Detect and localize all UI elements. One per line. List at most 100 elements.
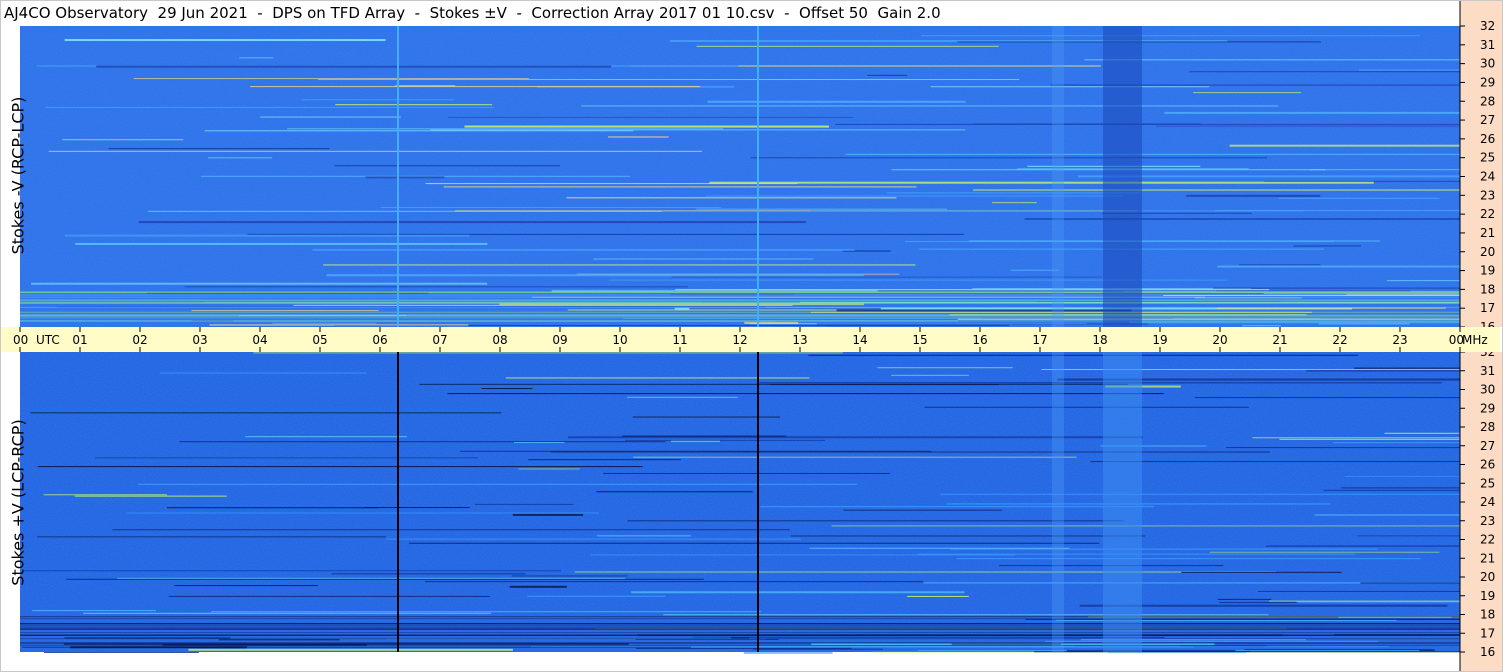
time-tick-label: 09 (552, 333, 567, 347)
time-axis: 00 01 02 03 04 05 06 07 08 09 10 11 12 13 14 15 16 17 18 19… (0, 327, 1500, 352)
rfi-streak (62, 139, 184, 141)
rfi-streak (1386, 280, 1460, 282)
rfi-streak (743, 651, 833, 654)
rfi-streak (1024, 218, 1460, 220)
rfi-streak (930, 86, 1210, 88)
rfi-streak (159, 372, 367, 374)
rfi-streak (633, 456, 1077, 458)
rfi-streak (940, 493, 1460, 495)
rfi-streak (843, 509, 1002, 511)
time-tick-label: 17 (1032, 333, 1047, 347)
rfi-streak (627, 520, 1124, 522)
rfi-streak (669, 40, 1228, 42)
vertical-marker-line (397, 352, 399, 652)
rfi-streak (836, 309, 1132, 312)
rfi-streak (1265, 545, 1460, 547)
rfi-streak (675, 289, 1270, 291)
low-band-streak (20, 296, 1460, 298)
time-tick-label: 04 (252, 333, 267, 347)
frequency-tick-label: 23 (1480, 514, 1495, 528)
rfi-streak (759, 382, 1442, 384)
frequency-tick-label: 24 (1480, 495, 1495, 509)
frequency-tick-label: 25 (1480, 476, 1495, 490)
frequency-tick-label: 29 (1480, 75, 1495, 89)
time-tick-label: 13 (792, 333, 807, 347)
rfi-streak (1090, 461, 1460, 463)
frequency-tick-label: 18 (1480, 282, 1495, 296)
rfi-streak (287, 128, 724, 130)
low-band-streak (20, 302, 1460, 304)
rfi-streak (37, 466, 643, 468)
rfi-streak (709, 181, 1374, 184)
rfi-streak (447, 116, 853, 118)
rfi-streak (1219, 602, 1298, 604)
rfi-streak (408, 542, 1100, 544)
rfi-streak (631, 591, 965, 594)
spectrogram-panel-2 (20, 352, 1460, 654)
time-tick-label: 21 (1272, 333, 1287, 347)
rfi-streak (920, 35, 1420, 37)
rfi-streak (608, 136, 669, 138)
time-tick-label: 11 (672, 333, 687, 347)
low-band-streak (20, 306, 1460, 308)
rfi-streak (22, 570, 562, 572)
low-band-streak (20, 632, 1460, 634)
rfi-streak (138, 483, 858, 485)
rfi-streak (191, 310, 379, 312)
rfi-streak (1229, 144, 1460, 147)
rfi-streak (1279, 438, 1460, 440)
rfi-streak (1340, 487, 1460, 489)
low-band-streak (20, 642, 1460, 644)
rfi-streak (293, 304, 793, 306)
time-tick-label: 14 (852, 333, 867, 347)
frequency-tick-label: 24 (1480, 170, 1495, 184)
rfi-streak (1293, 245, 1361, 247)
rfi-streak (867, 74, 908, 76)
rfi-streak (550, 451, 1270, 453)
frequency-tick-label: 32 (1480, 19, 1495, 33)
rfi-streak (464, 125, 829, 128)
time-tick-label: 02 (132, 333, 147, 347)
rfi-streak (95, 457, 478, 459)
rfi-streak (590, 554, 1016, 556)
rfi-streak (30, 412, 502, 414)
rfi-streak (1242, 325, 1281, 327)
vertical-marker-line (757, 352, 759, 652)
rfi-streak (365, 176, 445, 179)
rfi-streak (596, 491, 753, 493)
top-panel-ylabel: Stokes -V (RCP-LCP) (8, 96, 28, 255)
rfi-streak (1164, 111, 1460, 114)
rfi-streak (951, 643, 1061, 645)
frequency-tick-label: 26 (1480, 132, 1495, 146)
frequency-tick-label: 17 (1480, 626, 1495, 640)
rfi-streak (528, 459, 681, 461)
low-band-streak (20, 618, 1460, 620)
rfi-streak (179, 441, 666, 443)
rfi-streak (1332, 442, 1460, 444)
rfi-streak (770, 384, 999, 386)
rfi-streak (168, 595, 490, 597)
rfi-streak (380, 207, 721, 209)
broadband-column-faint (1052, 26, 1064, 327)
rfi-streak (696, 208, 947, 210)
rfi-streak (518, 468, 580, 470)
rfi-streak (663, 614, 1269, 616)
rfi-streak (108, 148, 330, 150)
broadband-column (1103, 26, 1142, 327)
rfi-streak (625, 439, 825, 441)
rfi-streak (1357, 535, 1460, 537)
rfi-streak (907, 595, 969, 597)
time-tick-label: 20 (1212, 333, 1227, 347)
rfi-streak (593, 258, 814, 260)
rfi-streak (886, 192, 1141, 194)
low-band-streak (20, 622, 1460, 624)
time-tick-label: 01 (72, 333, 87, 347)
rfi-streak (211, 611, 762, 613)
rfi-streak (973, 189, 1460, 191)
rfi-streak (1226, 447, 1460, 449)
rfi-streak (511, 575, 628, 577)
frequency-tick-label: 21 (1480, 226, 1495, 240)
rfi-streak (66, 578, 704, 580)
low-band-streak (20, 624, 1460, 626)
rfi-streak (1209, 551, 1440, 553)
